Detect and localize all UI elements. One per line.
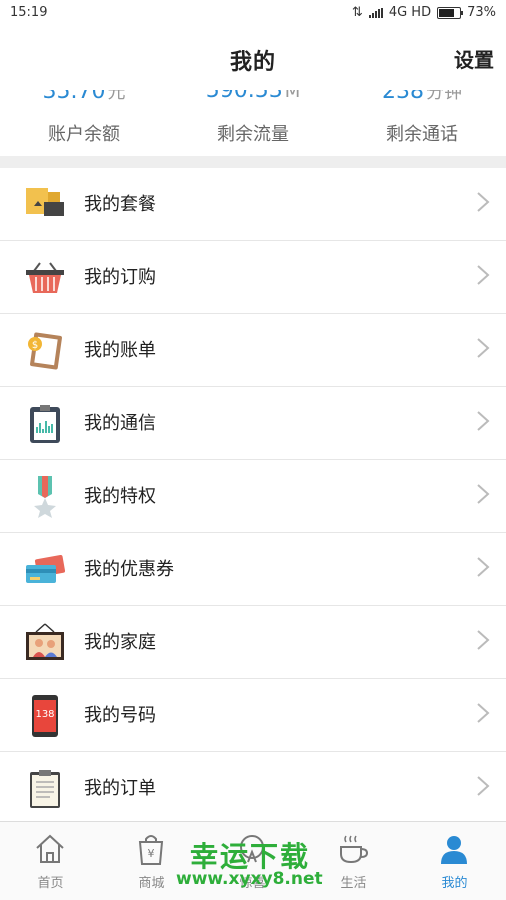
bill-clipboard-icon: $: [24, 330, 66, 372]
menu-item-label: 我的号码: [84, 705, 156, 726]
signal-icon: [368, 7, 383, 18]
family-photo-icon: [24, 622, 66, 664]
stat-balance-label: 账户余额: [48, 124, 120, 145]
menu-item-bill[interactable]: $ 我的账单: [0, 314, 506, 387]
menu-item-label: 我的优惠券: [84, 559, 174, 580]
coupon-card-icon: [24, 549, 66, 591]
settings-button[interactable]: 设置: [454, 44, 494, 73]
chevron-right-icon: [477, 484, 490, 504]
status-time: 15:19: [10, 5, 48, 20]
chevron-right-icon: [477, 703, 490, 723]
menu-item-subscriptions[interactable]: 我的订购: [0, 241, 506, 314]
chevron-right-icon: [477, 411, 490, 431]
chevron-right-icon: [477, 192, 490, 212]
section-divider: [0, 156, 506, 168]
battery-percent: 73%: [467, 5, 496, 20]
tab-label: 首页: [37, 876, 64, 891]
menu-item-family[interactable]: 我的家庭: [0, 606, 506, 679]
bottom-tab-bar: 首页 ¥ 商城 惊喜 生活 我的: [0, 821, 506, 900]
menu-item-label: 我的特权: [84, 486, 156, 507]
menu-item-coupons[interactable]: 我的优惠券: [0, 533, 506, 606]
page-header: 我的 设置: [0, 26, 506, 90]
user-icon: [441, 836, 467, 864]
tab-label: 生活: [340, 876, 367, 891]
order-clipboard-icon: [24, 768, 66, 810]
stat-balance-value: 35.70 元: [42, 90, 126, 104]
tab-mine[interactable]: 我的: [404, 822, 505, 900]
tab-home[interactable]: 首页: [0, 822, 101, 900]
stat-calls-label: 剩余通话: [386, 124, 458, 145]
tab-label: 商城: [138, 876, 165, 891]
medal-icon: [24, 476, 66, 518]
status-right: ⇅ 4G HD 73%: [352, 5, 496, 20]
chevron-right-icon: [477, 630, 490, 650]
account-stats: 35.70 元 账户余额 590.53 M 剩余流量 238 分钟 剩余通话: [0, 90, 506, 156]
chart-clipboard-icon: [24, 403, 66, 445]
network-type: 4G HD: [388, 5, 432, 20]
menu-list: 我的套餐 我的订购 $ 我的账单 我的通信 我的特权 我的优惠券 我的家庭 13…: [0, 168, 506, 825]
menu-item-label: 我的通信: [84, 413, 156, 434]
menu-item-label: 我的订单: [84, 778, 156, 799]
coffee-cup-icon: [340, 835, 369, 864]
home-icon: [36, 834, 64, 863]
svg-text:$: $: [32, 340, 38, 351]
menu-item-label: 我的套餐: [84, 194, 156, 215]
surprise-icon: [240, 835, 264, 863]
data-arrows-icon: ⇅: [351, 5, 363, 20]
shopping-basket-icon: [24, 257, 66, 299]
menu-item-label: 我的订购: [84, 267, 156, 288]
menu-item-orders[interactable]: 我的订单: [0, 752, 506, 825]
menu-item-privilege[interactable]: 我的特权: [0, 460, 506, 533]
tab-label: 我的: [441, 876, 468, 891]
chevron-right-icon: [477, 265, 490, 285]
battery-icon: [437, 6, 464, 19]
menu-item-label: 我的账单: [84, 340, 156, 361]
svg-text:¥: ¥: [148, 847, 155, 860]
stat-calls-value: 238 分钟: [382, 90, 462, 104]
stat-data-label: 剩余流量: [217, 124, 289, 145]
phone-number-badge: 138: [35, 709, 55, 720]
tab-surprise[interactable]: 惊喜: [202, 822, 303, 900]
phone-number-icon: 138: [24, 695, 66, 737]
menu-item-number[interactable]: 138 我的号码: [0, 679, 506, 752]
chevron-right-icon: [477, 776, 490, 796]
stat-data-value: 590.53 M: [205, 90, 301, 103]
tab-label: 惊喜: [239, 876, 266, 891]
chevron-right-icon: [477, 557, 490, 577]
chevron-right-icon: [477, 338, 490, 358]
menu-item-communication[interactable]: 我的通信: [0, 387, 506, 460]
menu-item-package[interactable]: 我的套餐: [0, 168, 506, 241]
menu-item-label: 我的家庭: [84, 632, 156, 653]
status-bar: 15:19 ⇅ 4G HD 73%: [0, 0, 506, 26]
tab-life[interactable]: 生活: [303, 822, 404, 900]
tab-mall[interactable]: ¥ 商城: [101, 822, 202, 900]
shopping-bag-icon: ¥: [138, 835, 164, 865]
package-box-icon: [24, 184, 66, 226]
page-title: 我的: [229, 50, 276, 75]
